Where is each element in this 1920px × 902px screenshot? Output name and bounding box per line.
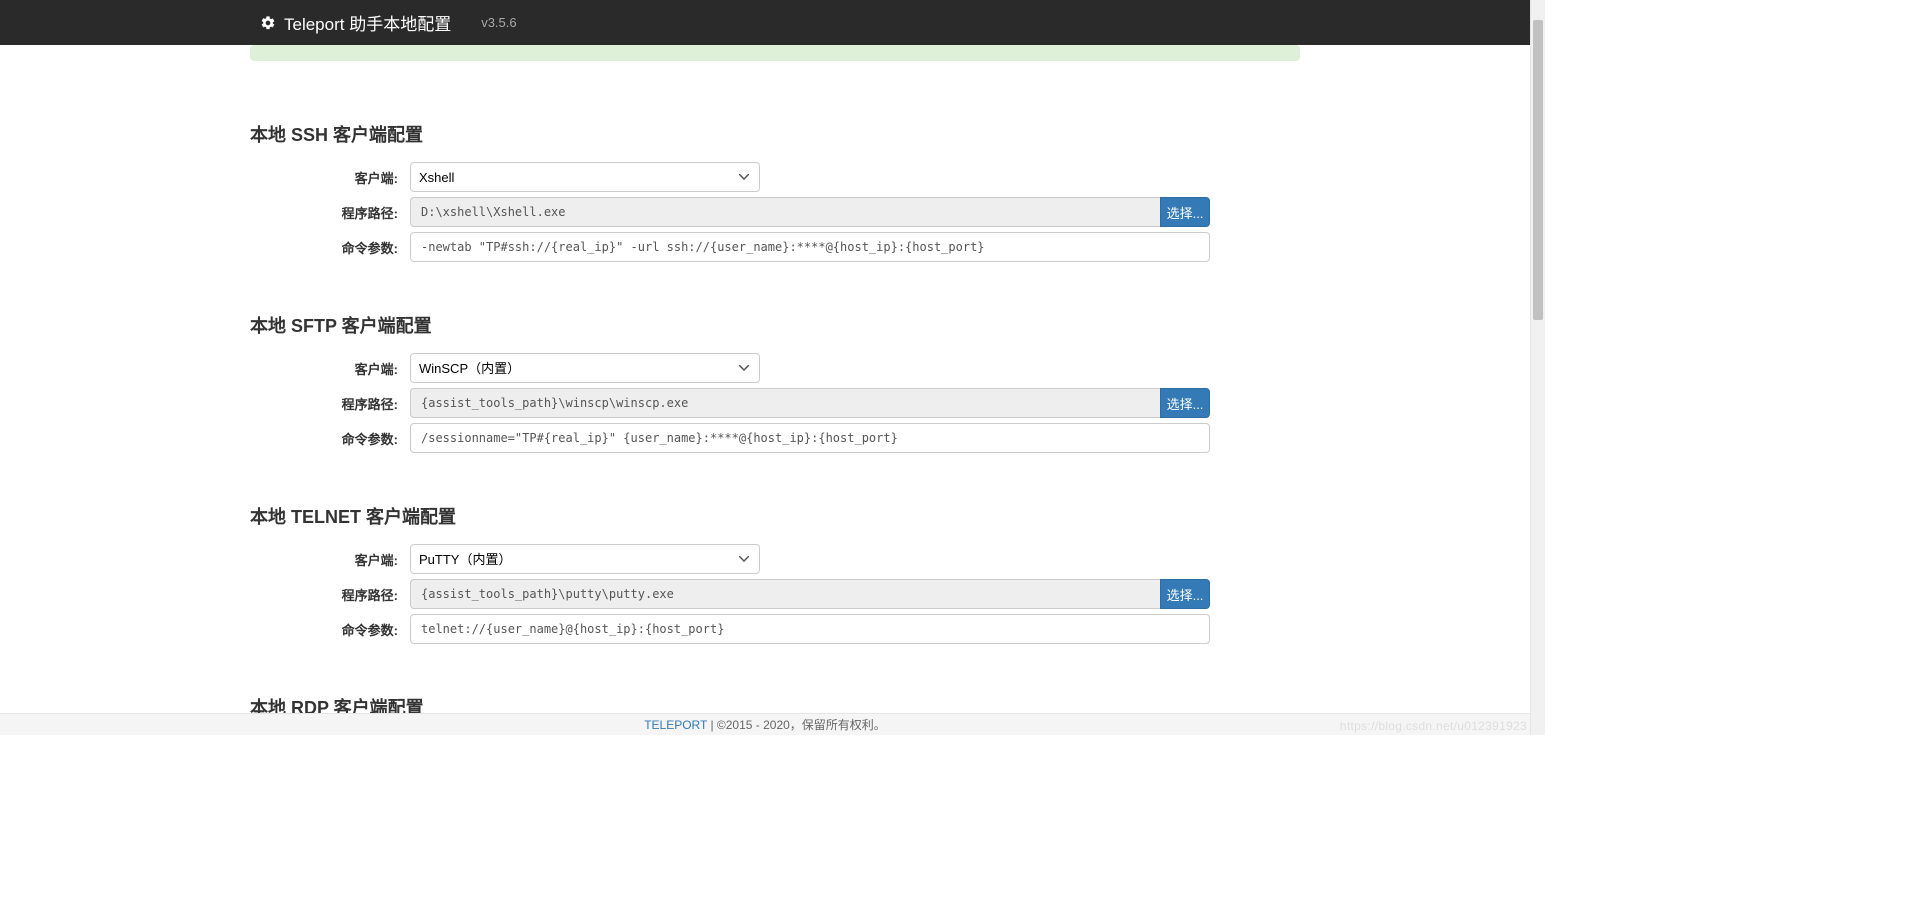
telnet-client-select[interactable]: PuTTY（内置） (410, 544, 760, 574)
footer: TELEPORT | ©2015 - 2020，保留所有权利。 (0, 713, 1530, 735)
footer-copyright: | ©2015 - 2020，保留所有权利。 (707, 718, 886, 732)
ssh-args-input[interactable] (410, 232, 1210, 262)
telnet-browse-button[interactable]: 选择... (1160, 579, 1210, 609)
app-version: v3.5.6 (481, 15, 516, 30)
telnet-section-title: 本地 TELNET 客户端配置 (250, 483, 1300, 529)
path-label: 程序路径: (250, 203, 410, 222)
top-bar: Teleport 助手本地配置 v3.5.6 (0, 0, 1545, 45)
args-label: 命令参数: (250, 620, 410, 639)
args-label: 命令参数: (250, 238, 410, 257)
args-label: 命令参数: (250, 429, 410, 448)
rdp-section-title: 本地 RDP 客户端配置 (250, 674, 1300, 713)
sftp-path-input (410, 388, 1160, 418)
ssh-client-select[interactable]: Xshell (410, 162, 760, 192)
client-label: 客户端: (250, 168, 410, 187)
client-label: 客户端: (250, 550, 410, 569)
client-label: 客户端: (250, 359, 410, 378)
sftp-browse-button[interactable]: 选择... (1160, 388, 1210, 418)
telnet-path-input (410, 579, 1160, 609)
content-area: 本地 SSH 客户端配置 客户端: Xshell 程序路径: 选择... 命令参… (0, 45, 1530, 713)
footer-link[interactable]: TELEPORT (644, 718, 707, 732)
sftp-client-select[interactable]: WinSCP（内置） (410, 353, 760, 383)
telnet-args-input[interactable] (410, 614, 1210, 644)
sftp-section-title: 本地 SFTP 客户端配置 (250, 292, 1300, 338)
ssh-browse-button[interactable]: 选择... (1160, 197, 1210, 227)
gear-icon (260, 15, 276, 31)
outer-scrollbar[interactable] (1530, 0, 1545, 735)
path-label: 程序路径: (250, 394, 410, 413)
success-alert (250, 45, 1300, 61)
ssh-path-input (410, 197, 1160, 227)
sftp-args-input[interactable] (410, 423, 1210, 453)
ssh-section-title: 本地 SSH 客户端配置 (250, 101, 1300, 147)
app-title: Teleport 助手本地配置 (284, 10, 451, 35)
path-label: 程序路径: (250, 585, 410, 604)
scrollbar-thumb[interactable] (1533, 20, 1543, 320)
